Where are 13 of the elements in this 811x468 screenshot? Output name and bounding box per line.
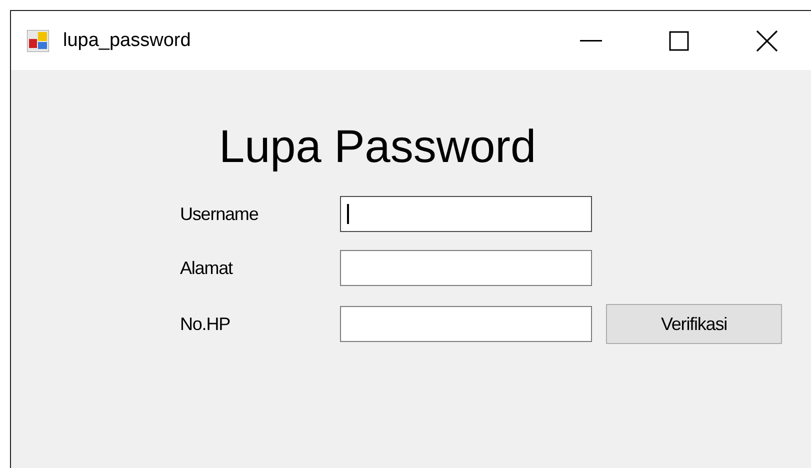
- window-title: lupa_password: [63, 30, 191, 52]
- minimize-icon: [580, 40, 602, 42]
- input-field[interactable]: [340, 196, 592, 232]
- maximize-icon: [669, 30, 689, 50]
- form-heading: Lupa Password: [219, 119, 538, 174]
- close-icon: [756, 30, 778, 52]
- app-icon: [27, 30, 49, 52]
- input-field[interactable]: [340, 250, 592, 286]
- input-field[interactable]: [340, 306, 592, 342]
- field-label: Username: [180, 204, 260, 224]
- verify-button[interactable]: Verifikasi: [606, 304, 782, 344]
- field-label: No.HP: [180, 314, 232, 334]
- field-label: Alamat: [180, 258, 234, 278]
